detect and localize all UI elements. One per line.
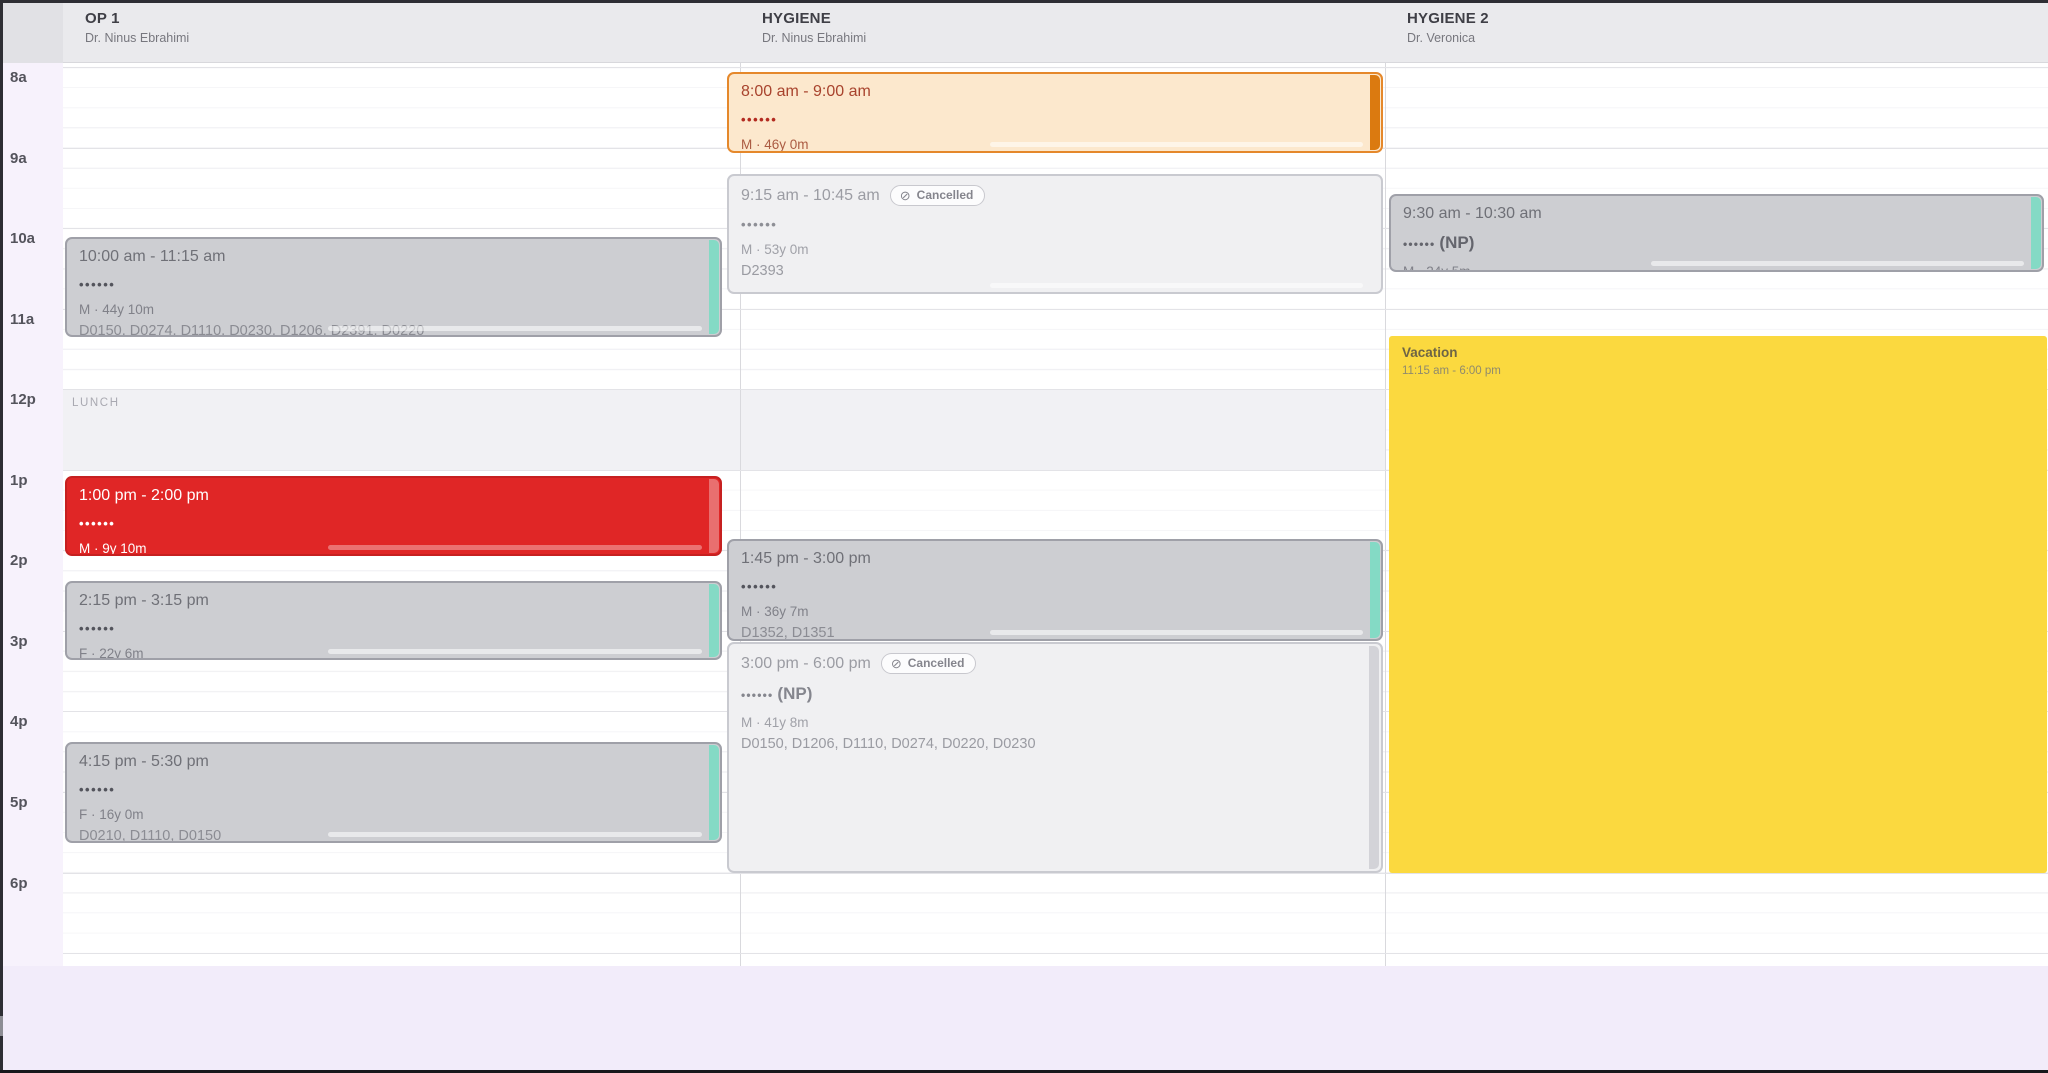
appointment-hygiene2-0930[interactable]: 9:30 am - 10:30 am ••••••(NP) M · 24y 5m [1389, 194, 2044, 272]
time-label: 11a [10, 311, 34, 328]
cancelled-icon: ⊘ [900, 189, 911, 202]
column-provider: Dr. Ninus Ebrahimi [85, 31, 740, 45]
time-label: 6p [10, 875, 28, 892]
appointment-op1-1615[interactable]: 4:15 pm - 5:30 pm •••••• F · 16y 0m D021… [65, 742, 722, 843]
appointment-time: 4:15 pm - 5:30 pm [79, 753, 209, 771]
column-provider: Dr. Ninus Ebrahimi [762, 31, 1385, 45]
patient-demographics: F · 16y 0m [79, 807, 696, 822]
column-title: OP 1 [85, 10, 740, 27]
cancelled-badge: ⊘ Cancelled [881, 653, 977, 674]
appointment-scrollbar[interactable] [990, 283, 1363, 288]
appointment-scrollbar[interactable] [328, 832, 702, 837]
column-header-hygiene[interactable]: HYGIENE Dr. Ninus Ebrahimi [740, 0, 1385, 63]
column-divider [1385, 63, 1386, 966]
time-label: 1p [10, 472, 28, 489]
appointment-scrollbar[interactable] [990, 142, 1363, 147]
patient-name-masked: •••••• [79, 278, 696, 291]
patient-name-masked: •••••• [1403, 237, 1435, 251]
appointment-time: 2:15 pm - 3:15 pm [79, 592, 209, 610]
patient-name-masked: •••••• [79, 517, 696, 530]
patient-name-masked: •••••• [741, 218, 1357, 231]
cancelled-badge: ⊘ Cancelled [890, 185, 986, 206]
time-label: 3p [10, 633, 28, 650]
appointment-scrollbar[interactable] [328, 326, 702, 331]
time-gutter: 8a 9a 10a 11a 12p 1p 2p 3p 4p 5p 6p [0, 63, 63, 966]
column-header-hygiene2[interactable]: HYGIENE 2 Dr. Veronica [1385, 0, 2048, 63]
hour-gridline [63, 953, 2048, 954]
cancelled-icon: ⊘ [891, 657, 902, 670]
patient-name-masked: •••••• [741, 113, 1357, 126]
new-patient-tag: (NP) [777, 684, 812, 703]
vacation-time: 11:15 am - 6:00 pm [1402, 365, 2047, 377]
vacation-title: Vacation [1402, 345, 2047, 360]
patient-name-row: •••••• (NP) [741, 684, 1357, 704]
hour-gridline [63, 67, 2048, 68]
schedule-screen: OP 1 Dr. Ninus Ebrahimi HYGIENE Dr. Ninu… [0, 0, 2048, 1073]
appointment-time: 3:00 pm - 6:00 pm [741, 655, 871, 673]
time-label: 5p [10, 794, 28, 811]
appointment-time: 1:00 pm - 2:00 pm [79, 487, 209, 505]
appointment-time: 9:30 am - 10:30 am [1403, 205, 1542, 223]
time-label: 10a [10, 230, 35, 247]
procedure-codes: D2393 [741, 263, 1357, 279]
appointment-time: 10:00 am - 11:15 am [79, 248, 225, 266]
vacation-block[interactable]: Vacation 11:15 am - 6:00 pm [1389, 336, 2047, 873]
lunch-block: LUNCH [63, 390, 1385, 470]
column-title: HYGIENE [762, 10, 1385, 27]
patient-demographics: M · 53y 0m [741, 242, 1357, 257]
appointment-op1-1300[interactable]: 1:00 pm - 2:00 pm •••••• M · 9y 10m [65, 476, 722, 556]
appointment-op1-1000[interactable]: 10:00 am - 11:15 am •••••• M · 44y 10m D… [65, 237, 722, 337]
appointment-scrollbar[interactable] [1651, 261, 2024, 266]
procedure-codes: D0150, D1206, D1110, D0274, D0220, D0230 [741, 736, 1357, 752]
header-corner [0, 0, 63, 63]
appointment-scrollbar-vertical[interactable] [1369, 646, 1379, 869]
time-label: 8a [10, 69, 27, 86]
time-label: 4p [10, 713, 28, 730]
column-header-op1[interactable]: OP 1 Dr. Ninus Ebrahimi [63, 0, 740, 63]
schedule-grid[interactable]: LUNCH 10:00 am - 11:15 am •••••• M · 44y… [63, 63, 2048, 966]
new-patient-tag: (NP) [1439, 233, 1474, 252]
time-label: 2p [10, 552, 28, 569]
lunch-label: LUNCH [72, 397, 120, 409]
column-provider: Dr. Veronica [1407, 31, 2048, 45]
appointment-op1-1415[interactable]: 2:15 pm - 3:15 pm •••••• F · 22y 6m [65, 581, 722, 660]
appointment-scrollbar[interactable] [328, 545, 702, 550]
patient-name-masked: •••••• [79, 783, 696, 796]
appointment-hygiene-1500-cancelled[interactable]: 3:00 pm - 6:00 pm ⊘ Cancelled •••••• (NP)… [727, 642, 1383, 873]
appointment-hygiene-0915-cancelled[interactable]: 9:15 am - 10:45 am ⊘ Cancelled •••••• M … [727, 174, 1383, 294]
appointment-time: 9:15 am - 10:45 am [741, 187, 880, 205]
appointment-hygiene-1345[interactable]: 1:45 pm - 3:00 pm •••••• M · 36y 7m D135… [727, 539, 1383, 641]
patient-name-masked: •••••• [79, 622, 696, 635]
cancelled-badge-label: Cancelled [908, 656, 965, 670]
patient-name-masked: •••••• [741, 688, 773, 702]
appointment-scrollbar[interactable] [328, 649, 702, 654]
patient-name-masked: •••••• [741, 580, 1357, 593]
cancelled-badge-label: Cancelled [917, 188, 974, 202]
left-scrollbar-thumb[interactable] [0, 1016, 3, 1036]
time-label: 12p [10, 391, 36, 408]
column-header-bar: OP 1 Dr. Ninus Ebrahimi HYGIENE Dr. Ninu… [0, 0, 2048, 63]
appointment-scrollbar[interactable] [990, 630, 1363, 635]
patient-demographics: M · 36y 7m [741, 604, 1357, 619]
left-scrollbar-track[interactable] [0, 0, 3, 1073]
patient-demographics: M · 41y 8m [741, 715, 1357, 730]
patient-demographics: M · 44y 10m [79, 302, 696, 317]
appointment-time: 1:45 pm - 3:00 pm [741, 550, 871, 568]
appointment-time: 8:00 am - 9:00 am [741, 83, 871, 101]
column-title: HYGIENE 2 [1407, 10, 2048, 27]
appointment-hygiene-0800[interactable]: 8:00 am - 9:00 am •••••• M · 46y 0m [727, 72, 1383, 153]
window-top-edge [0, 0, 2048, 3]
patient-name-row: •••••• (NP) [1403, 233, 2018, 253]
time-label: 9a [10, 150, 27, 167]
